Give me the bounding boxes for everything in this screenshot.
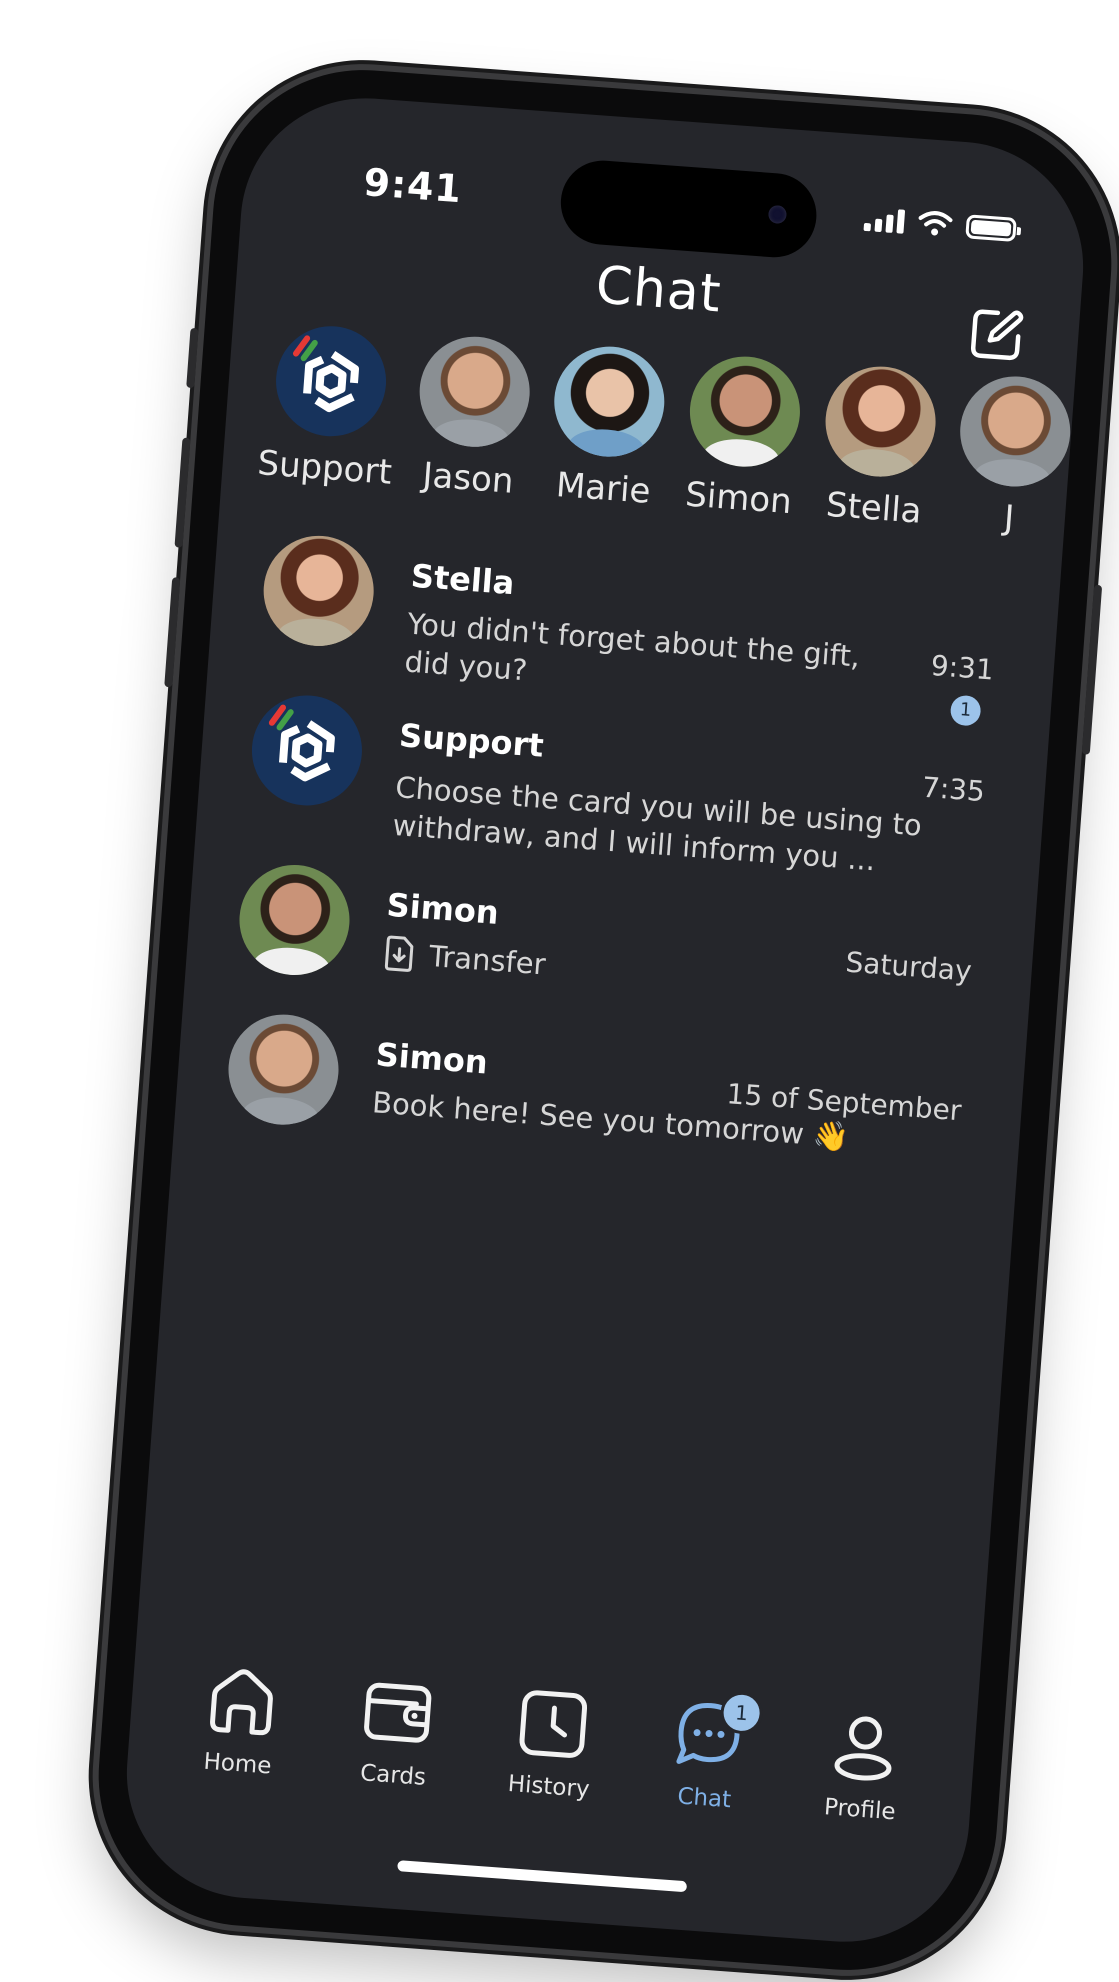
dynamic-island [557,157,820,261]
story-name: Support [256,443,394,493]
tab-history[interactable]: History [478,1679,626,1805]
story-name: J [1002,497,1016,539]
chat-preview: Transfer [382,934,871,1008]
story-simon[interactable]: Simon [681,352,804,523]
tab-profile[interactable]: Profile [789,1702,937,1828]
avatar [956,372,1075,491]
unread-badge: 1 [949,694,982,727]
tab-label: Cards [359,1760,427,1791]
chat-name: Support [397,716,546,765]
screen: 9:41 Chat Support Jason Marie Simon Stel… [118,89,1092,1951]
avatar [686,352,804,471]
compose-icon[interactable] [964,303,1028,367]
story-marie[interactable]: Marie [546,342,669,513]
story-name: Stella [824,484,923,532]
chat-name: Stella [409,556,516,603]
tab-home[interactable]: Home [167,1656,315,1782]
status-icons [863,205,1017,242]
wallet-icon [364,1682,432,1743]
chat-time: 7:35 [920,770,986,809]
stories-row: Support Jason Marie Simon Stella J [256,322,1075,543]
action-button [186,327,199,389]
signal-icon [863,207,906,234]
tab-label: Profile [823,1794,897,1826]
story-support[interactable]: Support [256,322,399,493]
home-icon [210,1669,273,1736]
avatar [259,531,378,650]
avatar [235,861,354,979]
chat-name: Simon [385,885,501,932]
story-stella[interactable]: Stella [817,362,940,533]
phone-frame: 9:41 Chat Support Jason Marie Simon Stel… [88,59,1119,1981]
attachment-label: Transfer [427,938,547,982]
camera-icon [767,204,788,225]
story-name: Simon [683,474,794,523]
tab-label: Chat [676,1783,733,1814]
tab-bar: Home Cards History 1 Chat Profile [167,1656,937,1828]
battery-icon [965,214,1017,242]
tab-label: History [506,1770,591,1803]
tab-cards[interactable]: Cards [322,1668,470,1794]
power-button [1081,584,1103,755]
chat-time: 9:31 [929,648,995,687]
chat-list: Stella You didn't forget about the gift,… [221,531,1010,1225]
support-logo-avatar [248,691,366,810]
file-download-icon [384,935,414,972]
volume-down-button [164,577,181,688]
story-name: Marie [554,465,652,512]
avatar [550,342,669,461]
tab-chat[interactable]: 1 Chat [633,1690,781,1817]
chat-name: Simon [374,1035,490,1082]
volume-up-button [174,437,191,548]
chat-preview: Choose the card you will be using to wit… [391,770,923,878]
home-indicator[interactable] [397,1860,688,1893]
story-jason[interactable]: Jason [411,332,534,503]
chat-preview: You didn't forget about the gift, did yo… [403,606,862,688]
story-partial[interactable]: J [952,372,1075,543]
avatar [224,1010,343,1129]
support-logo-avatar [272,322,390,441]
avatar [415,332,534,451]
clock-icon [519,1690,588,1758]
status-time: 9:41 [362,160,464,212]
user-icon [834,1716,892,1781]
story-name: Jason [421,455,515,502]
tab-label: Home [202,1748,273,1780]
avatar [821,362,940,481]
wifi-icon [918,211,953,236]
